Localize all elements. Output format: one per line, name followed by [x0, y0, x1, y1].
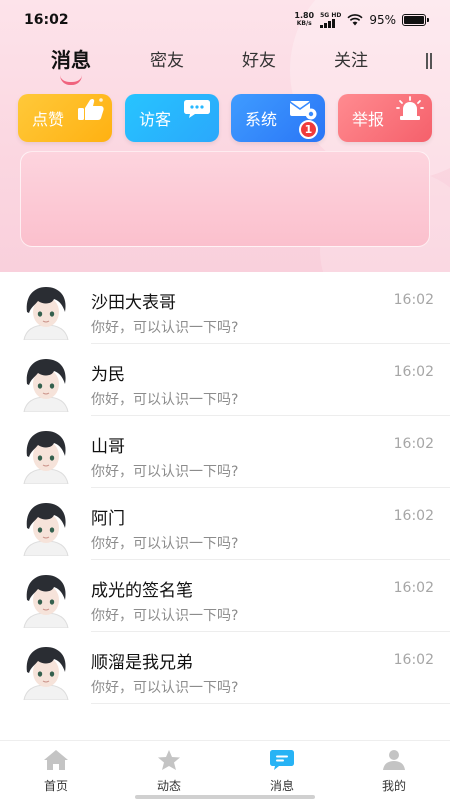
nav-messages-label: 消息: [269, 779, 294, 793]
tab-friends[interactable]: 好友: [234, 46, 284, 71]
status-indicators: 1.80 KB/s 5G HD 95%: [294, 12, 429, 28]
siren-icon: [396, 96, 424, 120]
visitors-label: 访客: [139, 110, 172, 129]
conversation-row[interactable]: 成光的签名笔 你好，可以认识一下吗? 16:02: [0, 560, 450, 632]
promo-banner[interactable]: [20, 151, 430, 247]
message-icon: [270, 750, 294, 770]
contact-name: 阿门: [91, 509, 125, 529]
signal-icon: 5G HD: [320, 12, 341, 28]
message-preview: 你好，可以认识一下吗?: [91, 608, 239, 624]
message-preview: 你好，可以认识一下吗?: [91, 680, 239, 696]
network-speed-unit: KB/s: [296, 20, 312, 27]
message-time: 16:02: [393, 436, 434, 452]
thumbs-up-icon: [78, 98, 104, 120]
system-button[interactable]: 系统 1: [231, 94, 325, 142]
status-time: 16:02: [24, 12, 69, 28]
nav-messages[interactable]: 消息: [252, 749, 312, 794]
contact-name: 为民: [91, 365, 125, 385]
network-speed-value: 1.80: [294, 11, 315, 20]
tab-close-friends[interactable]: 密友: [142, 46, 192, 71]
nav-home[interactable]: 首页: [26, 749, 86, 794]
chat-bubble-icon: [184, 100, 210, 118]
contact-name: 成光的签名笔: [91, 581, 193, 601]
avatar: [23, 287, 69, 340]
conversation-row[interactable]: 山哥 你好，可以认识一下吗? 16:02: [0, 416, 450, 488]
tab-label: 消息: [51, 48, 91, 72]
visitors-button[interactable]: 访客: [125, 94, 219, 142]
tab-label: 密友: [150, 51, 184, 71]
network-speed: 1.80 KB/s: [294, 12, 314, 28]
tab-following[interactable]: 关注: [326, 46, 376, 71]
tab-label: 好友: [242, 51, 276, 71]
conversation-row[interactable]: 顺溜是我兄弟 你好，可以认识一下吗? 16:02: [0, 632, 450, 704]
signal-tag: 5G HD: [320, 12, 342, 19]
row-divider: [91, 703, 450, 704]
conversation-row[interactable]: 阿门 你好，可以认识一下吗? 16:02: [0, 488, 450, 560]
battery-icon: [402, 14, 429, 26]
status-bar: 16:02 1.80 KB/s 5G HD 95%: [0, 0, 450, 40]
nav-moments-label: 动态: [156, 779, 181, 793]
report-button[interactable]: 举报: [338, 94, 432, 142]
home-icon: [44, 750, 68, 770]
avatar: [23, 431, 69, 484]
likes-label: 点赞: [32, 110, 65, 129]
nav-moments[interactable]: 动态: [139, 749, 199, 794]
tab-messages[interactable]: 消息: [46, 44, 96, 85]
active-tab-indicator: [60, 75, 82, 85]
message-preview: 你好，可以认识一下吗?: [91, 464, 239, 480]
conversation-row[interactable]: 沙田大表哥 你好，可以认识一下吗? 16:02: [0, 272, 450, 344]
nav-profile-label: 我的: [381, 779, 406, 793]
nav-home-label: 首页: [43, 779, 68, 793]
tab-overflow-partial[interactable]: [426, 50, 450, 74]
bottom-nav: 首页 动态 消息 我的: [0, 740, 450, 800]
likes-button[interactable]: 点赞: [18, 94, 112, 142]
message-preview: 你好，可以认识一下吗?: [91, 536, 239, 552]
message-preview: 你好，可以认识一下吗?: [91, 320, 239, 336]
home-indicator[interactable]: [135, 795, 315, 799]
avatar: [23, 503, 69, 556]
message-preview: 你好，可以认识一下吗?: [91, 392, 239, 408]
message-time: 16:02: [393, 508, 434, 524]
contact-name: 山哥: [91, 437, 125, 457]
message-time: 16:02: [393, 292, 434, 308]
tab-label: 关注: [334, 51, 368, 71]
mail-gear-icon: [289, 101, 317, 120]
message-time: 16:02: [393, 580, 434, 596]
battery-percent: 95%: [369, 13, 396, 27]
wifi-icon: [347, 14, 363, 26]
message-time: 16:02: [393, 364, 434, 380]
star-icon: [158, 750, 180, 770]
report-label: 举报: [352, 110, 385, 129]
contact-name: 沙田大表哥: [91, 293, 176, 313]
nav-profile[interactable]: 我的: [364, 749, 424, 794]
profile-icon: [383, 750, 405, 770]
contact-name: 顺溜是我兄弟: [91, 653, 193, 673]
conversation-row[interactable]: 为民 你好，可以认识一下吗? 16:02: [0, 344, 450, 416]
system-label: 系统: [245, 110, 278, 129]
top-tabs: 消息 密友 好友 关注: [0, 40, 450, 90]
avatar: [23, 575, 69, 628]
avatar: [23, 359, 69, 412]
message-time: 16:02: [393, 652, 434, 668]
category-buttons: 点赞 访客 系统 1 举报: [0, 94, 450, 144]
system-unread-badge: 1: [299, 120, 318, 139]
avatar: [23, 647, 69, 700]
